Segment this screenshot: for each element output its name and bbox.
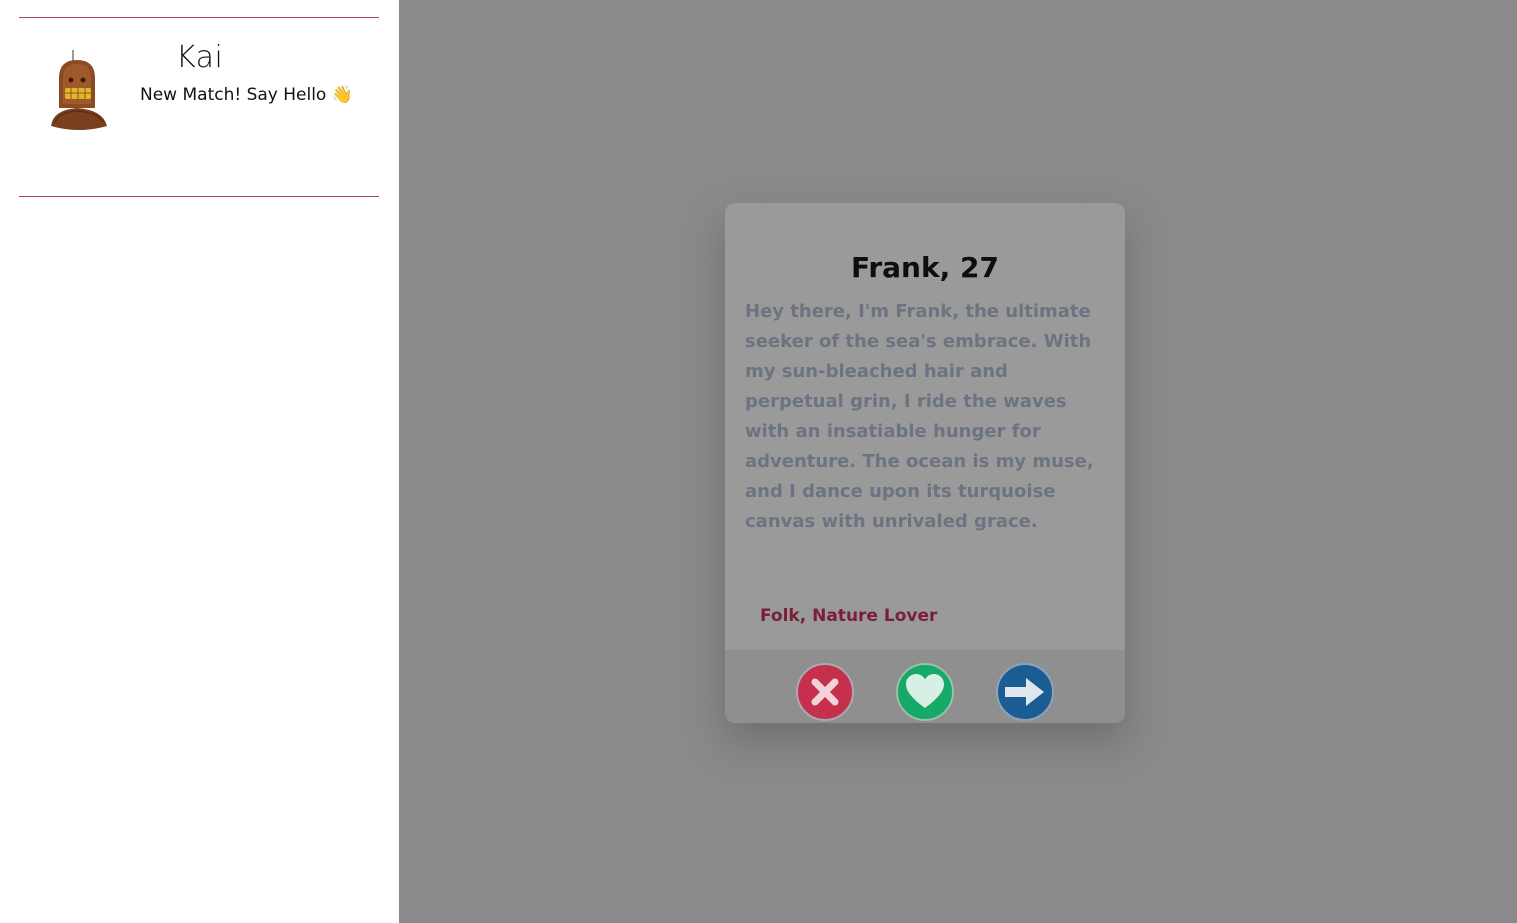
divider	[19, 196, 379, 197]
matches-sidebar: Kai New Match! Say Hello 👋	[0, 0, 399, 923]
close-icon	[811, 678, 839, 706]
profile-name-age: Frank, 27	[851, 251, 999, 284]
profile-card: Frank, 27 Hey there, I'm Frank, the ulti…	[725, 203, 1125, 723]
match-item-kai[interactable]: Kai New Match! Say Hello 👋	[19, 18, 379, 196]
profile-tags: Folk, Nature Lover	[760, 606, 938, 626]
match-name: Kai	[176, 40, 224, 75]
reject-button[interactable]	[796, 663, 854, 721]
like-button[interactable]	[896, 663, 954, 721]
match-message: New Match! Say Hello 👋	[140, 85, 353, 105]
arrow-right-icon	[1005, 678, 1044, 706]
robot-avatar-icon	[51, 50, 107, 130]
profile-bio: Hey there, I'm Frank, the ultimate seeke…	[745, 301, 1094, 532]
heart-icon	[906, 674, 944, 708]
card-actions-bar	[725, 650, 1125, 723]
app-root: Kai New Match! Say Hello 👋 Frank, 27 Hey…	[0, 0, 1517, 923]
swipe-area: Frank, 27 Hey there, I'm Frank, the ulti…	[399, 0, 1517, 923]
next-button[interactable]	[996, 663, 1054, 721]
